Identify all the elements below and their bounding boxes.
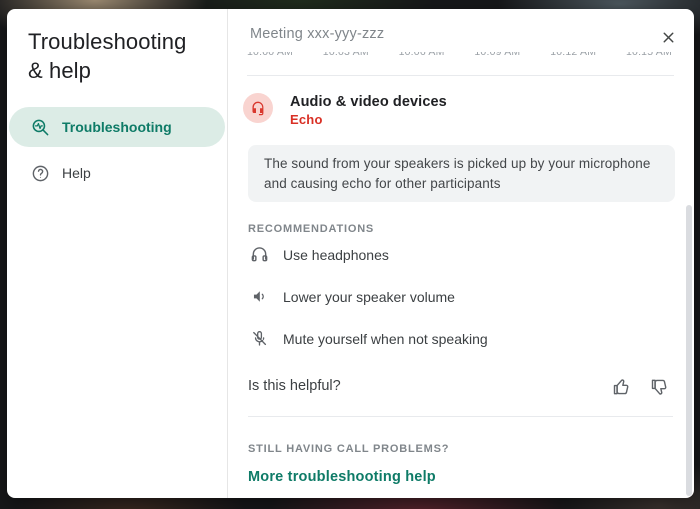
sidebar-item-label: Troubleshooting (62, 119, 172, 135)
troubleshoot-icon (31, 118, 50, 137)
troubleshooting-dialog: Troubleshooting & help Troubleshooting H… (7, 9, 694, 498)
issue-description: The sound from your speakers is picked u… (248, 145, 675, 202)
timeline-tick: 10:00 AM (247, 52, 293, 59)
recommendation-use-headphones: Use headphones (250, 245, 389, 264)
mic-off-icon (250, 329, 269, 348)
recommendation-label: Mute yourself when not speaking (283, 331, 488, 347)
help-icon (31, 164, 50, 183)
section-divider (248, 416, 673, 417)
more-troubleshooting-help-link[interactable]: More troubleshooting help (248, 469, 436, 485)
timeline-axis: 10:00 AM 10:03 AM 10:06 AM 10:09 AM 10:1… (247, 52, 672, 62)
still-problems-heading: STILL HAVING CALL PROBLEMS? (248, 443, 449, 455)
sidebar: Troubleshooting & help Troubleshooting H… (7, 9, 228, 498)
timeline-tick: 10:12 AM (550, 52, 596, 59)
troubleshooting-panel: Meeting xxx-yyy-zzz 10:00 AM 10:03 AM 10… (228, 9, 694, 498)
timeline-divider (247, 75, 674, 76)
scrollbar[interactable] (686, 205, 692, 496)
headphones-icon (250, 245, 269, 264)
recommendation-mute-yourself: Mute yourself when not speaking (250, 329, 488, 348)
feedback-question: Is this helpful? (248, 378, 341, 394)
sidebar-item-troubleshooting[interactable]: Troubleshooting (9, 107, 225, 147)
recommendation-label: Lower your speaker volume (283, 289, 455, 305)
thumb-down-icon[interactable] (648, 375, 672, 399)
close-icon[interactable] (654, 23, 682, 51)
volume-down-icon (250, 287, 269, 306)
sidebar-item-help[interactable]: Help (9, 153, 225, 193)
recommendations-heading: RECOMMENDATIONS (248, 223, 374, 235)
issue-category: Audio & video devices (290, 94, 447, 110)
page-title: Troubleshooting & help (7, 27, 227, 85)
timeline-tick: 10:03 AM (323, 52, 369, 59)
timeline-tick: 10:09 AM (474, 52, 520, 59)
timeline-tick: 10:06 AM (399, 52, 445, 59)
headset-mic-icon (243, 93, 273, 123)
sidebar-item-label: Help (62, 165, 91, 181)
timeline-tick: 10:15 AM (626, 52, 672, 59)
meeting-title: Meeting xxx-yyy-zzz (250, 26, 384, 42)
recommendation-label: Use headphones (283, 247, 389, 263)
recommendation-lower-volume: Lower your speaker volume (250, 287, 455, 306)
issue-name: Echo (290, 112, 323, 127)
thumb-up-icon[interactable] (610, 375, 634, 399)
